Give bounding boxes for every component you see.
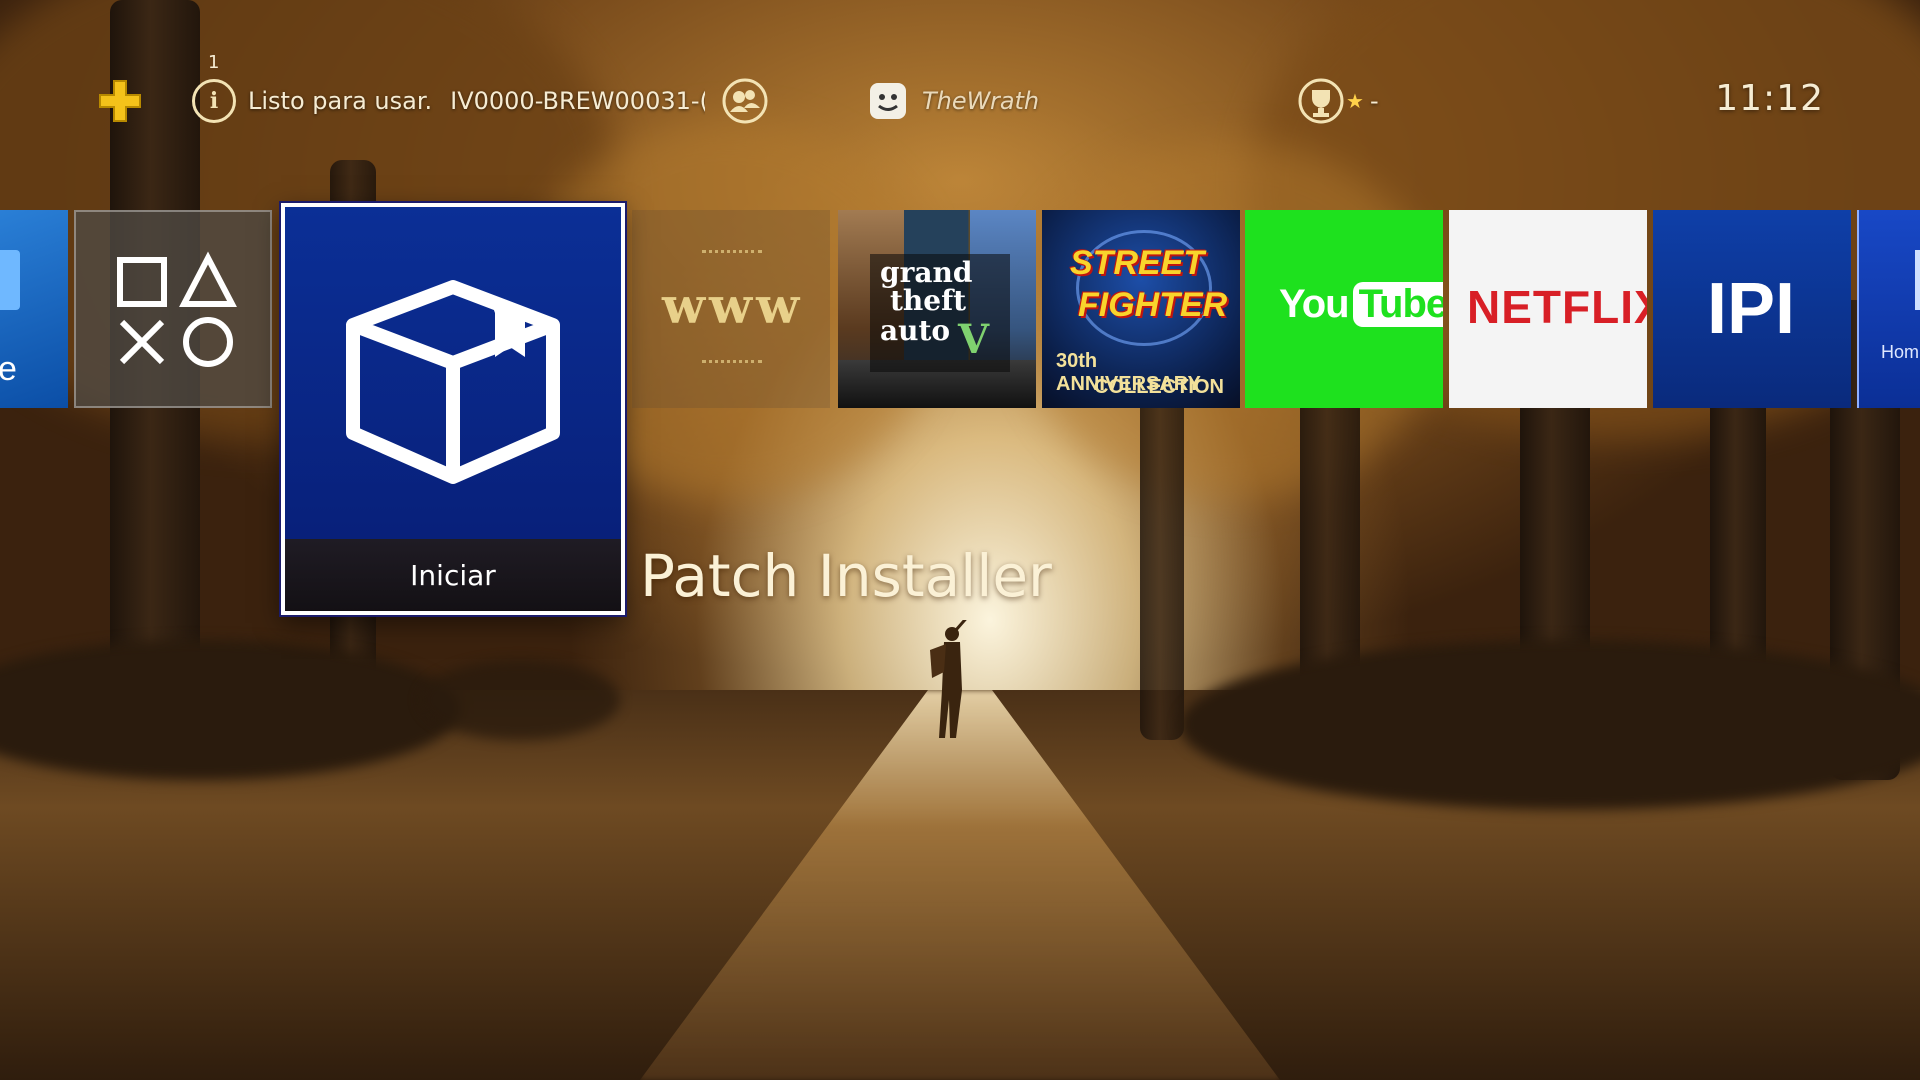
- ipi-label: IPI: [1707, 269, 1796, 349]
- notifications-button[interactable]: i Listo para usar. IV0000-BREW00031-(: [192, 78, 705, 124]
- profile-icon: [870, 83, 906, 119]
- tile-youtube[interactable]: You Tube: [1245, 210, 1443, 408]
- friends-icon: [722, 78, 768, 124]
- trophy-suffix: -: [1369, 87, 1379, 115]
- youtube-label-1: You: [1279, 282, 1350, 326]
- friends-button[interactable]: [722, 78, 768, 124]
- gta-label-4: V: [958, 316, 990, 363]
- gta-label-2: theft: [890, 284, 967, 317]
- youtube-label-2: Tube: [1352, 282, 1443, 327]
- sf-label-4: COLLECTION: [1094, 376, 1224, 398]
- package-icon: [346, 280, 560, 484]
- gta-label-3: auto: [880, 314, 951, 347]
- sf-label-2: FIGHTER: [1078, 286, 1228, 324]
- trophies-button[interactable]: ★ -: [1298, 78, 1379, 124]
- tile-netflix[interactable]: NETFLIX: [1449, 210, 1647, 408]
- home-label: Hom: [1881, 342, 1920, 362]
- sf-label-1: STREET: [1070, 244, 1205, 282]
- patch-installer-art: [285, 207, 621, 539]
- notification-text: Listo para usar.: [248, 87, 433, 115]
- clock: 11:12: [1715, 78, 1824, 119]
- netflix-label: NETFLIX: [1467, 281, 1647, 333]
- tile-playstation-store[interactable]: e: [0, 210, 68, 408]
- ps-plus-icon: [99, 80, 141, 122]
- store-icon: [0, 250, 20, 310]
- ps-plus-button[interactable]: [98, 78, 142, 124]
- tile-home[interactable]: Hom: [1857, 210, 1920, 408]
- status-bar: 1 i Listo para usar. IV0000-BREW00031-( …: [0, 0, 1920, 190]
- tile-internet-browser[interactable]: www: [632, 210, 830, 408]
- silhouette-figure: [930, 620, 967, 738]
- tile-ipi[interactable]: IPI: [1653, 210, 1851, 408]
- tile-library[interactable]: [74, 210, 272, 408]
- trophy-star-icon: ★: [1346, 89, 1364, 113]
- username: TheWrath: [922, 87, 1040, 115]
- store-label: e: [0, 350, 17, 388]
- www-label: www: [662, 276, 804, 335]
- notification-count: 1: [208, 52, 220, 73]
- start-button[interactable]: Iniciar: [285, 539, 621, 611]
- trophy-icon: [1298, 78, 1344, 124]
- tile-gta-v[interactable]: grand theft auto V: [838, 210, 1036, 408]
- tile-patch-installer-selected[interactable]: Iniciar: [281, 203, 625, 615]
- selected-app-title: Patch Installer: [640, 542, 1052, 610]
- info-icon: i: [192, 79, 236, 123]
- notification-id: IV0000-BREW00031-(: [450, 87, 706, 115]
- tile-street-fighter-30th[interactable]: STREET FIGHTER 30th ANNIVERSARY COLLECTI…: [1042, 210, 1240, 408]
- profile-button[interactable]: TheWrath: [868, 78, 1039, 124]
- ps-shapes-icon: [117, 251, 237, 367]
- start-label: Iniciar: [410, 558, 496, 592]
